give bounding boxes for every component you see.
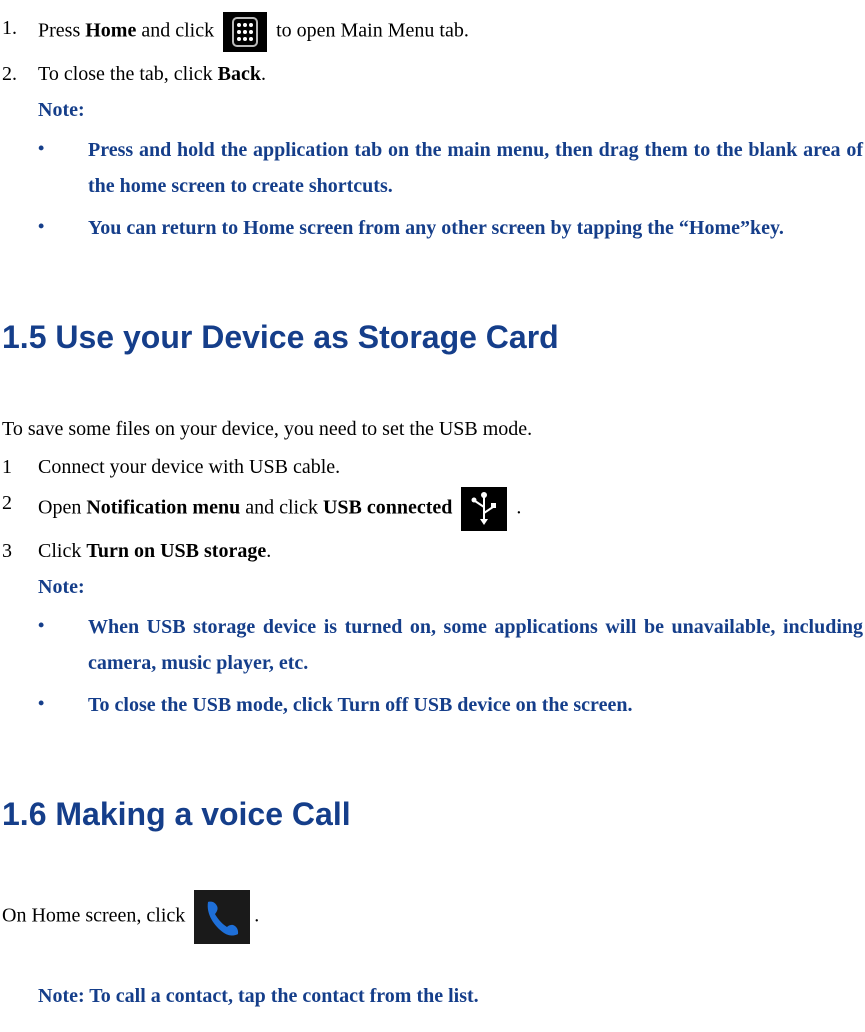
text: On Home screen, click	[2, 905, 190, 927]
call-line: On Home screen, click .	[2, 890, 863, 944]
note-text: You can return to Home screen from any o…	[88, 210, 863, 246]
list-body: Press Home and click to open Main Menu t…	[38, 12, 863, 52]
bold-text: Notification menu	[86, 497, 240, 519]
text: .	[511, 497, 521, 519]
note-text: Note: To call a contact, tap the contact…	[2, 980, 863, 1012]
intro-text: To save some files on your device, you n…	[2, 413, 863, 445]
list-body: Connect your device with USB cable.	[38, 451, 863, 483]
list-number: 1	[2, 451, 38, 483]
list-item: 3 Click Turn on USB storage. Note: • Whe…	[2, 535, 863, 729]
bullet-icon: •	[38, 609, 88, 681]
usb-icon	[461, 487, 507, 531]
note-label: Note:	[38, 571, 863, 603]
list-body: Click Turn on USB storage. Note: • When …	[38, 535, 863, 729]
list-body: To close the tab, click Back. Note: • Pr…	[38, 58, 863, 252]
list-number: 2	[2, 487, 38, 531]
bold-text: Back	[218, 63, 261, 85]
apps-grid-icon	[223, 12, 267, 52]
text: and click	[240, 497, 323, 519]
note-text: When USB storage device is turned on, so…	[88, 609, 863, 681]
note-bullet: • To close the USB mode, click Turn off …	[38, 687, 863, 723]
text: To close the tab, click	[38, 63, 218, 85]
text: Press	[38, 20, 85, 42]
list-item: 1 Connect your device with USB cable.	[2, 451, 863, 483]
list-body: Open Notification menu and click USB con…	[38, 487, 863, 531]
note-label: Note:	[38, 94, 863, 126]
text: Open	[38, 497, 86, 519]
list-number: 3	[2, 535, 38, 729]
section-heading-1-5: 1.5 Use your Device as Storage Card	[2, 312, 863, 363]
text: and click	[136, 20, 219, 42]
list-item: 2 Open Notification menu and click USB c…	[2, 487, 863, 531]
note-bullet: • When USB storage device is turned on, …	[38, 609, 863, 681]
note-text: To close the USB mode, click Turn off US…	[88, 687, 863, 723]
list-item-1: 1. Press Home and click to open Main Men…	[2, 12, 863, 52]
bullet-icon: •	[38, 210, 88, 246]
text: .	[261, 63, 266, 85]
bullet-icon: •	[38, 132, 88, 204]
bold-text: USB connected	[323, 497, 452, 519]
bold-text: Home	[85, 20, 136, 42]
bullet-icon: •	[38, 687, 88, 723]
phone-icon	[194, 890, 250, 944]
text: .	[266, 540, 271, 562]
note-bullet: • Press and hold the application tab on …	[38, 132, 863, 204]
note-bullet: • You can return to Home screen from any…	[38, 210, 863, 246]
text: .	[254, 905, 259, 927]
bold-text: Turn on USB storage	[86, 540, 266, 562]
text: Click	[38, 540, 86, 562]
list-number: 2.	[2, 58, 38, 252]
text: to open Main Menu tab.	[271, 20, 469, 42]
list-number: 1.	[2, 12, 38, 52]
note-text: Press and hold the application tab on th…	[88, 132, 863, 204]
section-heading-1-6: 1.6 Making a voice Call	[2, 789, 863, 840]
list-item-2: 2. To close the tab, click Back. Note: •…	[2, 58, 863, 252]
